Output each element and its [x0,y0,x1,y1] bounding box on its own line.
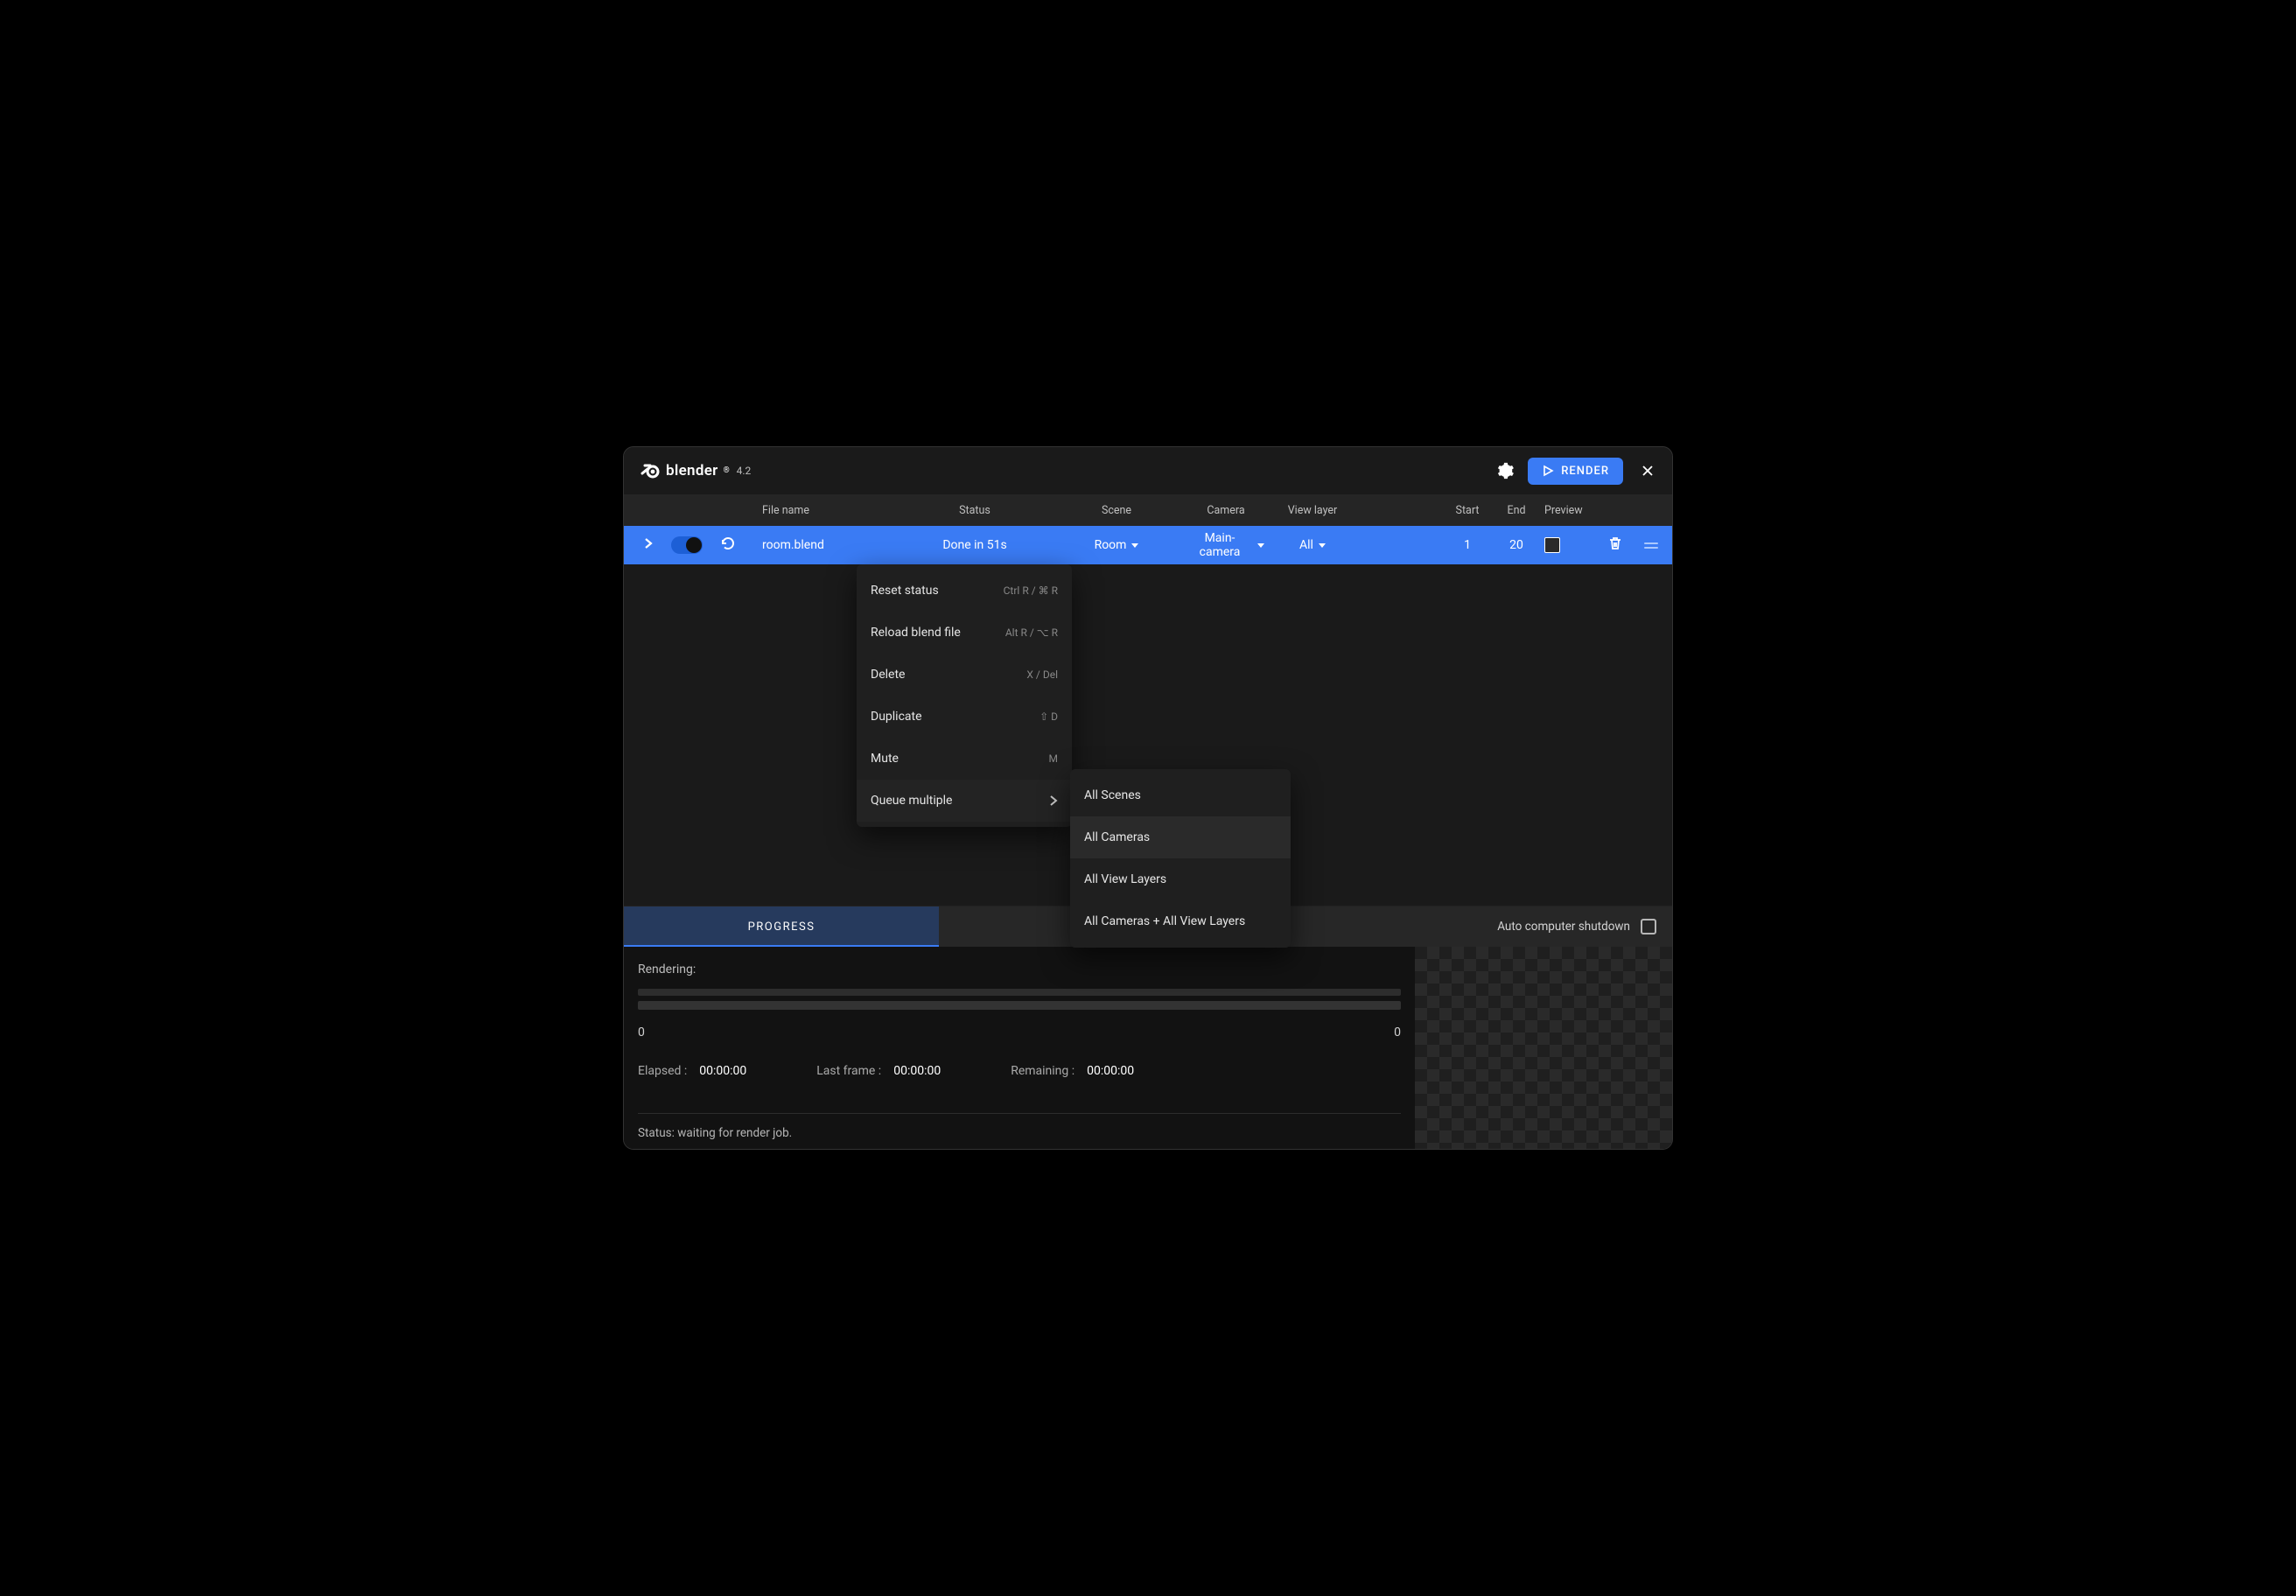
ctx-reload-file[interactable]: Reload blend file Alt R / ⌥ R [857,612,1072,654]
refresh-icon [720,536,736,551]
layer-value: All [1299,538,1313,552]
progress-bar-2 [638,1001,1401,1010]
camera-value: Main-camera [1187,531,1252,559]
col-camera: Camera [1187,504,1264,517]
chevron-right-icon [1049,795,1058,806]
queue-submenu: All Scenes All Cameras All View Layers A… [1070,769,1291,948]
render-button[interactable]: RENDER [1528,458,1623,485]
ctx-shortcut: X / Del [1026,668,1058,681]
row-end[interactable]: 20 [1492,538,1541,552]
lastframe-value: 00:00:00 [893,1064,941,1078]
column-header-row: File name Status Scene Camera View layer… [624,494,1672,526]
remaining-value: 00:00:00 [1087,1064,1134,1078]
col-view-layer: View layer [1264,504,1361,517]
chevron-down-icon [1131,543,1138,548]
preview-swatch[interactable] [1544,537,1560,553]
auto-shutdown-label: Auto computer shutdown [1497,920,1630,934]
drag-line-icon [1644,547,1658,549]
row-status: Done in 51s [904,538,1046,552]
ctx-shortcut: Alt R / ⌥ R [1005,626,1058,639]
gear-icon [1495,461,1515,480]
scene-value: Room [1095,538,1127,552]
app-header: blender® 4.2 RENDER [624,447,1672,494]
trash-icon [1607,536,1623,551]
camera-dropdown[interactable]: Main-camera [1187,531,1264,559]
ctx-reset-status[interactable]: Reset status Ctrl R / ⌘ R [857,570,1072,612]
sub-all-layers[interactable]: All View Layers [1070,858,1291,900]
expand-button[interactable] [643,537,654,553]
ctx-shortcut: ⇧ D [1040,710,1058,723]
elapsed-label: Elapsed : [638,1064,687,1078]
row-start[interactable]: 1 [1443,538,1492,552]
scale-max: 0 [1394,1026,1401,1040]
ctx-label: Queue multiple [871,794,952,808]
chevron-down-icon [1319,543,1326,548]
play-icon [1542,465,1554,477]
col-preview: Preview [1541,504,1592,517]
version-text: 4.2 [737,465,752,477]
blender-logo-icon [640,460,661,481]
chevron-right-icon [643,537,654,550]
close-button[interactable] [1639,462,1656,480]
ctx-label: Duplicate [871,710,922,724]
app-logo: blender® 4.2 [640,460,751,481]
rendering-label: Rendering: [638,962,1401,976]
col-scene: Scene [1046,504,1187,517]
lastframe-label: Last frame : [816,1064,881,1078]
ctx-delete[interactable]: Delete X / Del [857,654,1072,696]
sub-all-scenes[interactable]: All Scenes [1070,774,1291,816]
ctx-label: Delete [871,668,905,682]
ctx-shortcut: Ctrl R / ⌘ R [1004,584,1058,597]
context-menu: Reset status Ctrl R / ⌘ R Reload blend f… [857,564,1072,827]
ctx-label: Mute [871,752,899,766]
elapsed-value: 00:00:00 [699,1064,746,1078]
app-window: blender® 4.2 RENDER File name Status Sce… [623,446,1673,1150]
chevron-down-icon [1257,543,1264,548]
settings-button[interactable] [1493,458,1517,483]
preview-panel [1415,947,1672,1149]
col-file-name: File name [762,504,904,517]
ctx-queue-multiple[interactable]: Queue multiple [857,780,1072,822]
col-start: Start [1443,504,1492,517]
toggle-knob [686,537,702,553]
row-file-name: room.blend [762,538,904,552]
enable-toggle[interactable] [671,536,703,554]
refresh-button[interactable] [720,536,736,555]
ctx-shortcut: M [1049,752,1058,765]
auto-shutdown[interactable]: Auto computer shutdown [1497,906,1672,947]
status-line: Status: waiting for render job. [638,1113,1401,1140]
queue-area: Reset status Ctrl R / ⌘ R Reload blend f… [624,564,1672,906]
col-end: End [1492,504,1541,517]
drag-handle[interactable] [1639,542,1663,549]
remaining-label: Remaining : [1011,1064,1074,1078]
close-icon [1642,465,1654,477]
scale-min: 0 [638,1026,645,1040]
ctx-mute[interactable]: Mute M [857,738,1072,780]
sub-all-cameras[interactable]: All Cameras [1070,816,1291,858]
sub-cameras-layers[interactable]: All Cameras + All View Layers [1070,900,1291,942]
tab-progress[interactable]: PROGRESS [624,906,939,947]
col-status: Status [904,504,1046,517]
progress-body: Rendering: 0 0 Elapsed : 00:00:00 Last f… [624,947,1672,1149]
queue-row[interactable]: room.blend Done in 51s Room Main-camera … [624,526,1672,564]
ctx-duplicate[interactable]: Duplicate ⇧ D [857,696,1072,738]
time-row: Elapsed : 00:00:00 Last frame : 00:00:00… [638,1064,1401,1078]
progress-left: Rendering: 0 0 Elapsed : 00:00:00 Last f… [624,947,1415,1149]
progress-bar-1 [638,989,1401,996]
render-button-label: RENDER [1561,465,1609,478]
progress-scale: 0 0 [638,1026,1401,1040]
brand-text: blender [666,462,718,480]
checkbox-icon [1641,919,1656,934]
drag-line-icon [1644,542,1658,544]
scene-dropdown[interactable]: Room [1095,538,1139,552]
delete-button[interactable] [1607,541,1623,555]
ctx-label: Reset status [871,584,939,598]
ctx-label: Reload blend file [871,626,961,640]
layer-dropdown[interactable]: All [1299,538,1326,552]
